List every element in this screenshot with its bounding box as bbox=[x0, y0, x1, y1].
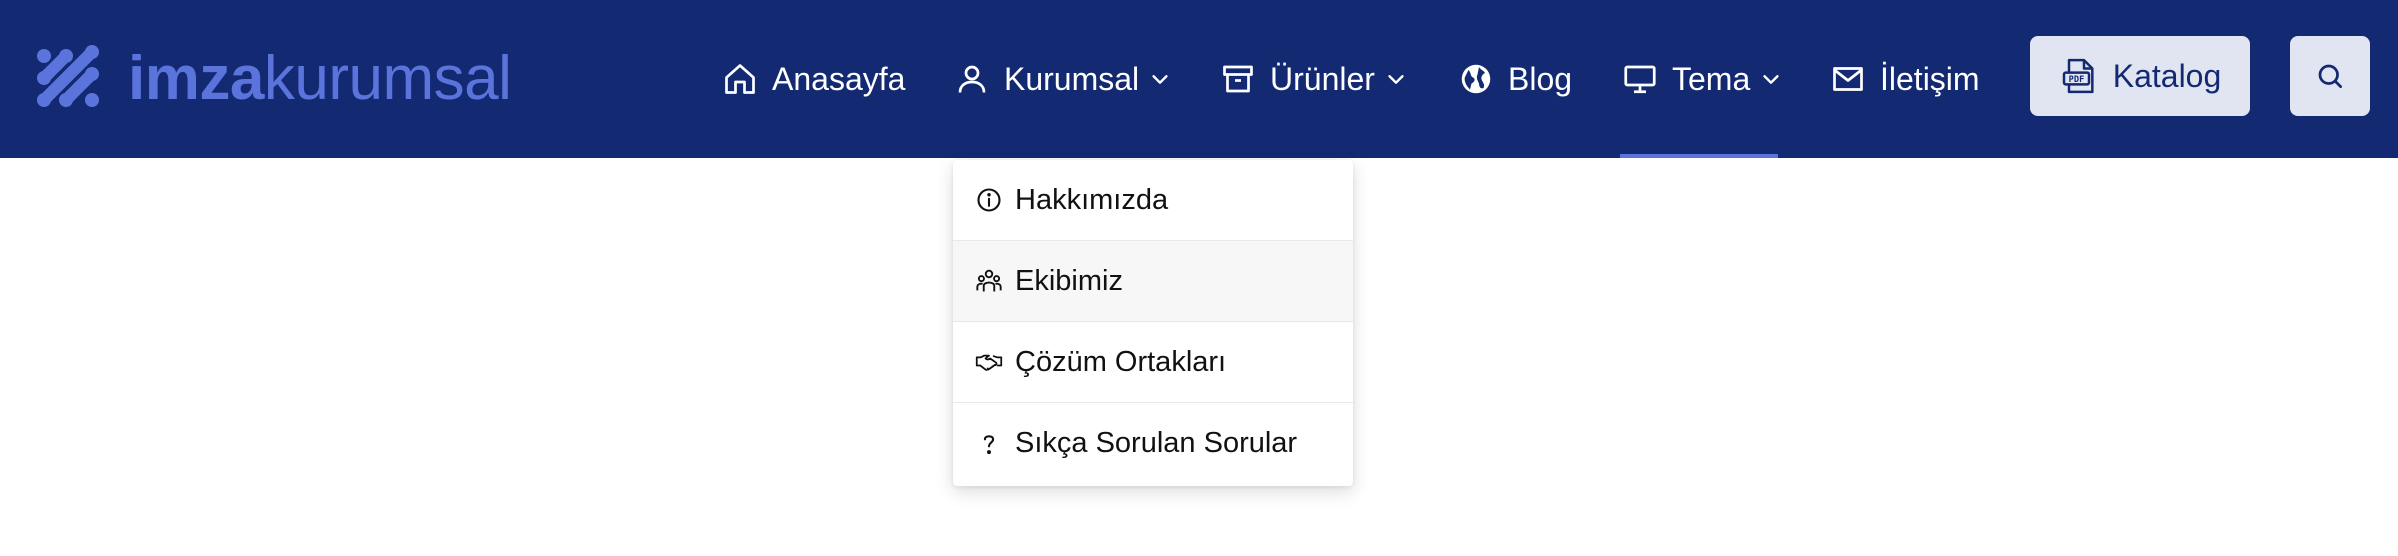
nav-item-label: Anasayfa bbox=[772, 60, 906, 97]
dropdown-item-sss[interactable]: Sıkça Sorulan Sorular bbox=[953, 403, 1353, 484]
search-button[interactable] bbox=[2290, 36, 2370, 116]
archive-icon bbox=[1220, 61, 1256, 97]
dropdown-item-cozum-ortaklari[interactable]: Çözüm Ortakları bbox=[953, 322, 1353, 403]
search-icon bbox=[2315, 61, 2345, 91]
nav-item-label: Tema bbox=[1672, 60, 1751, 97]
navbar: imzakurumsal Anasayfa Kurumsal Ürünler B… bbox=[0, 0, 2398, 158]
user-icon bbox=[954, 61, 990, 97]
dropdown-item-label: Ekibimiz bbox=[1015, 264, 1123, 297]
nav-item-label: İletişim bbox=[1880, 60, 1980, 97]
dropdown-item-hakkimizda[interactable]: Hakkımızda bbox=[953, 160, 1353, 241]
dropdown-item-ekibimiz[interactable]: Ekibimiz bbox=[953, 241, 1353, 322]
nav-item-label: Kurumsal bbox=[1004, 60, 1140, 97]
question-icon bbox=[975, 430, 1003, 458]
nav-item-label: Ürünler bbox=[1270, 60, 1375, 97]
info-icon bbox=[975, 186, 1003, 214]
chevron-down-icon bbox=[1149, 68, 1171, 90]
pdf-icon: PDF bbox=[2059, 56, 2099, 96]
nav-item-anasayfa[interactable]: Anasayfa bbox=[722, 0, 905, 158]
katalog-label: Katalog bbox=[2112, 57, 2222, 94]
active-nav-indicator bbox=[1620, 154, 1778, 158]
nav-item-kurumsal[interactable]: Kurumsal bbox=[954, 0, 1171, 158]
nav-item-label: Blog bbox=[1508, 60, 1573, 97]
nav-item-tema[interactable]: Tema bbox=[1622, 0, 1782, 158]
handshake-icon bbox=[975, 348, 1003, 376]
nav-item-blog[interactable]: Blog bbox=[1458, 0, 1572, 158]
nav-item-urunler[interactable]: Ürünler bbox=[1220, 0, 1407, 158]
katalog-button[interactable]: PDF Katalog bbox=[2030, 36, 2250, 116]
monitor-icon bbox=[1622, 61, 1658, 97]
nav-item-iletisim[interactable]: İletişim bbox=[1830, 0, 1980, 158]
team-icon bbox=[975, 267, 1003, 295]
svg-text:PDF: PDF bbox=[2068, 75, 2084, 85]
chevron-down-icon bbox=[1385, 68, 1407, 90]
globe-icon bbox=[1458, 61, 1494, 97]
chevron-down-icon bbox=[1760, 68, 1782, 90]
kurumsal-dropdown-menu: Hakkımızda Ekibimiz Çözüm Ortakları Sıkç… bbox=[953, 160, 1353, 486]
dropdown-item-label: Sıkça Sorulan Sorular bbox=[1015, 427, 1298, 459]
dropdown-item-label: Hakkımızda bbox=[1015, 183, 1169, 216]
mail-icon bbox=[1830, 61, 1866, 97]
dropdown-item-label: Çözüm Ortakları bbox=[1015, 345, 1227, 378]
home-icon bbox=[722, 61, 758, 97]
